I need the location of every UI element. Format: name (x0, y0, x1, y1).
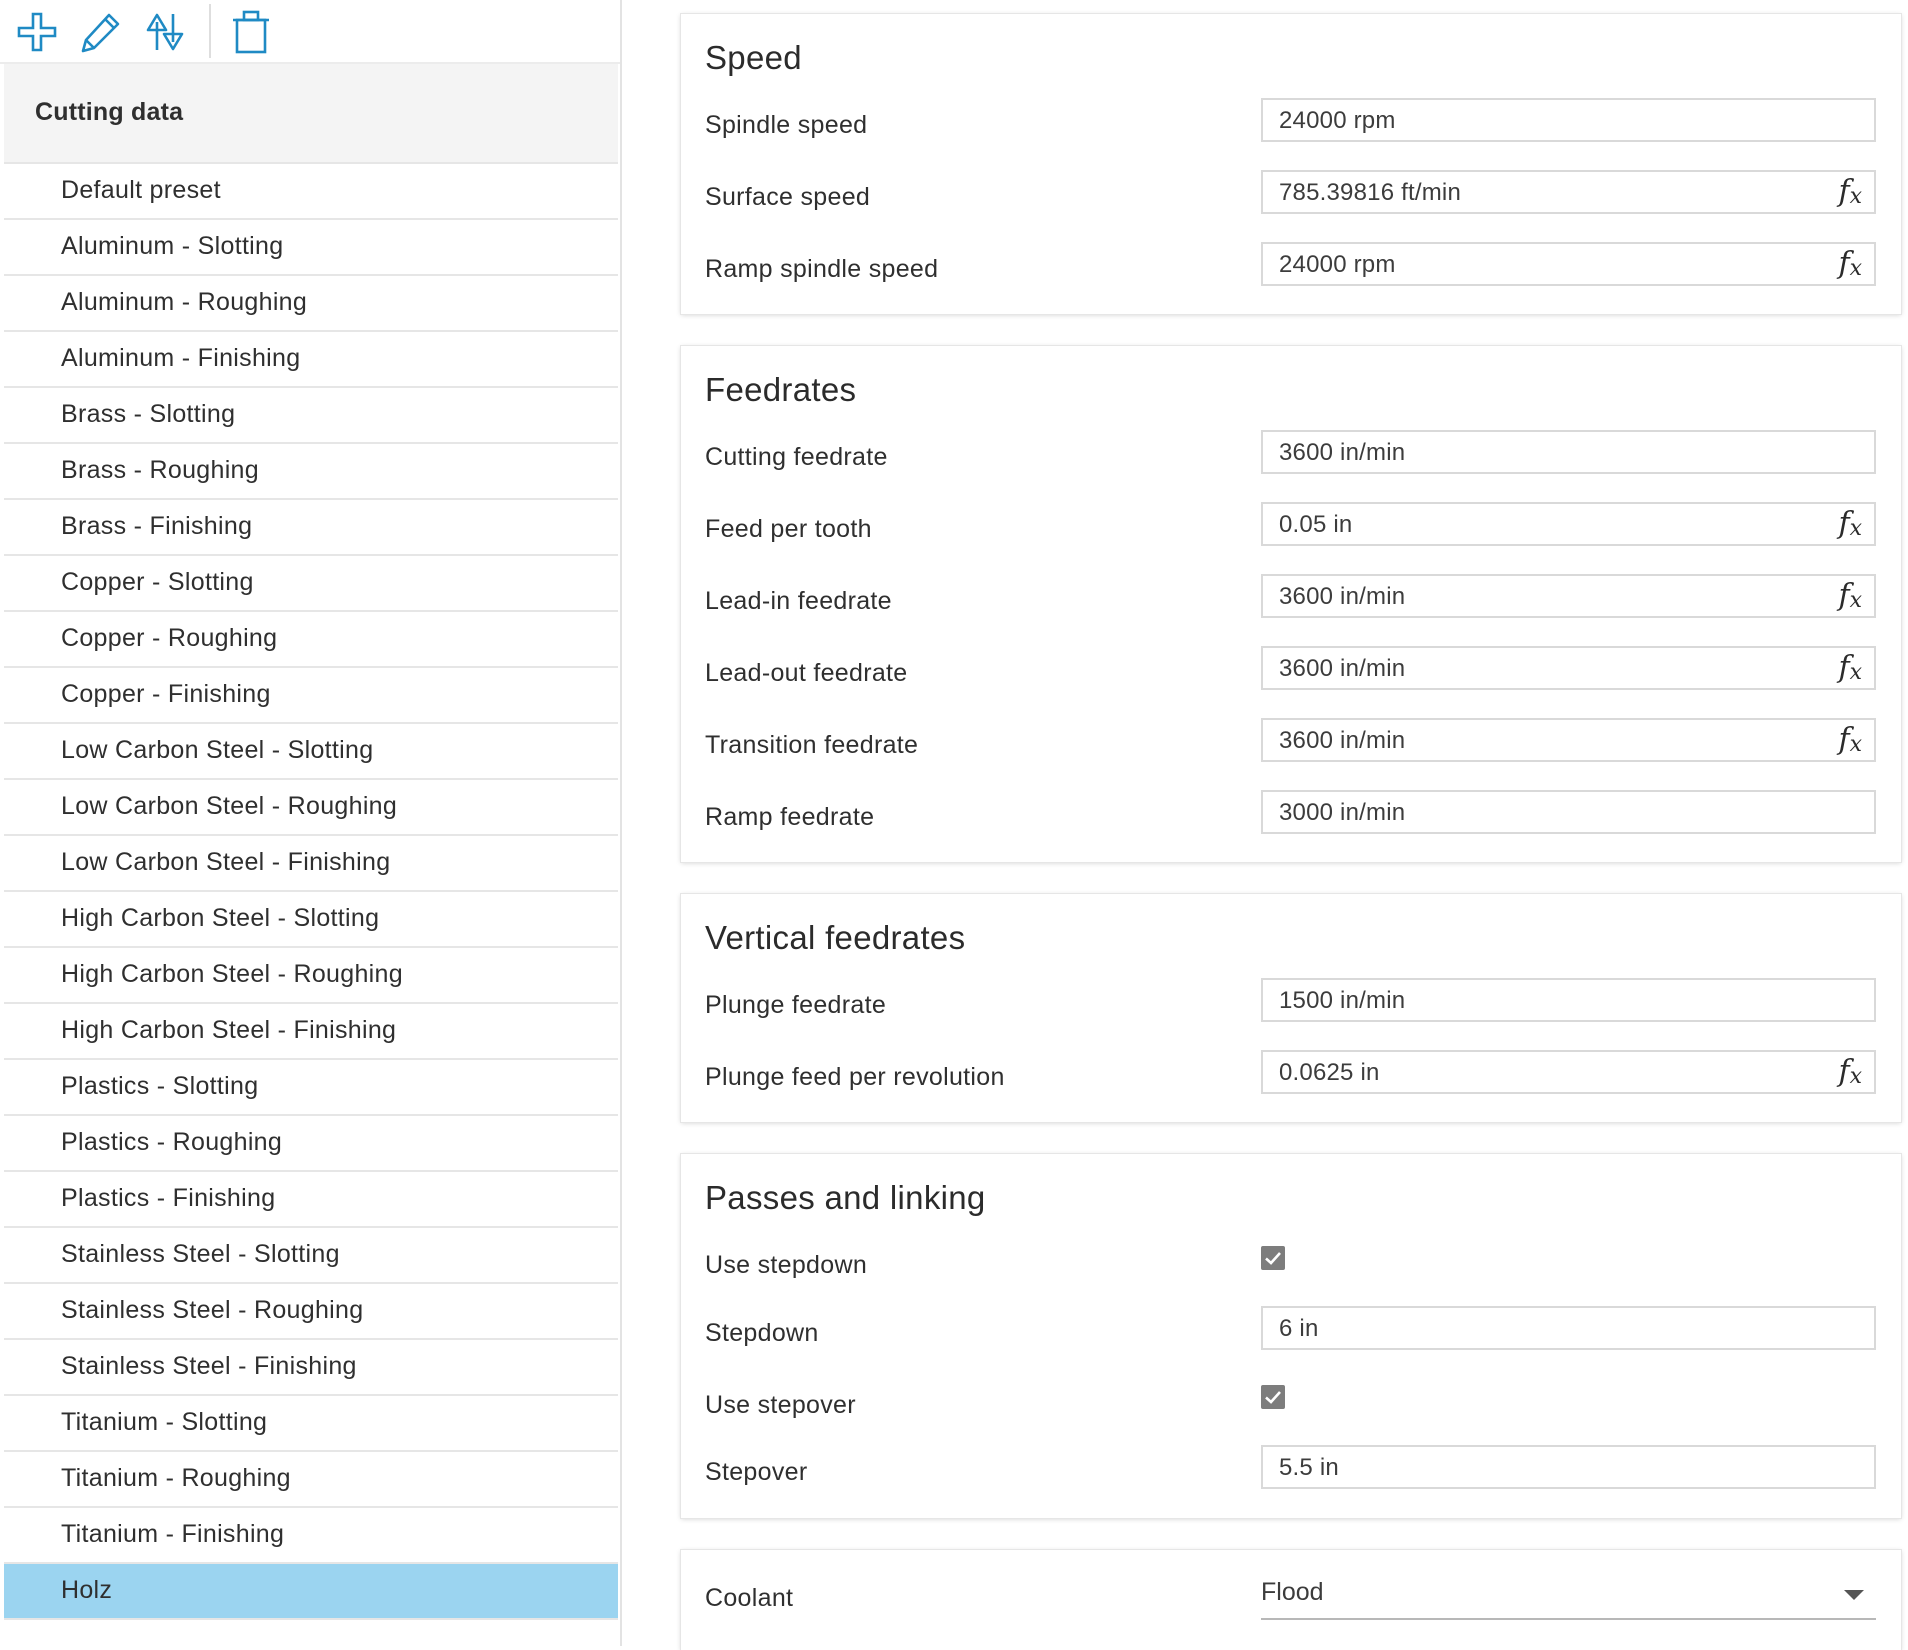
list-item[interactable]: Titanium - Roughing (4, 1452, 618, 1508)
delete-button[interactable] (229, 10, 273, 54)
list-item[interactable]: Titanium - Finishing (4, 1508, 618, 1564)
ramp-feedrate-label: Ramp feedrate (705, 803, 875, 831)
add-icon (17, 12, 57, 52)
list-item[interactable]: Stainless Steel - Finishing (4, 1340, 618, 1396)
stepover-field[interactable]: 5.5 in (1261, 1445, 1876, 1489)
preset-list: Default preset Aluminum - Slotting Alumi… (4, 164, 618, 1620)
coolant-select[interactable]: Flood (1261, 1572, 1876, 1620)
toolbar (0, 0, 620, 64)
list-item[interactable]: Titanium - Slotting (4, 1396, 618, 1452)
list-item[interactable]: Copper - Finishing (4, 668, 618, 724)
toolbar-separator (209, 4, 211, 58)
section-title: Speed (705, 39, 802, 76)
plunge-feedrate-label: Plunge feedrate (705, 991, 887, 1019)
use-stepdown-checkbox[interactable] (1261, 1246, 1285, 1270)
spindle-speed-label: Spindle speed (705, 111, 868, 139)
transition-feedrate-label: Transition feedrate (705, 731, 919, 759)
formula-icon[interactable]: fx (1838, 722, 1862, 757)
list-item[interactable]: Brass - Finishing (4, 500, 618, 556)
edit-button[interactable] (79, 10, 123, 54)
list-header-title: Cutting data (35, 98, 184, 126)
lead-out-feedrate-label: Lead-out feedrate (705, 659, 908, 687)
list-item-selected[interactable]: Holz (4, 1564, 618, 1620)
plunge-feedrate-field[interactable]: 1500 in/min (1261, 978, 1876, 1022)
surface-speed-label: Surface speed (705, 183, 871, 211)
list-item[interactable]: Brass - Slotting (4, 388, 618, 444)
list-item[interactable]: Plastics - Roughing (4, 1116, 618, 1172)
list-item[interactable]: High Carbon Steel - Finishing (4, 1004, 618, 1060)
coolant-label: Coolant (705, 1584, 794, 1612)
list-header: Cutting data (4, 64, 618, 164)
ramp-spindle-speed-field[interactable]: 24000 rpm fx (1261, 242, 1876, 286)
list-item[interactable]: Aluminum - Roughing (4, 276, 618, 332)
lead-in-feedrate-field[interactable]: 3600 in/min fx (1261, 574, 1876, 618)
formula-icon[interactable]: fx (1838, 650, 1862, 685)
ramp-feedrate-field[interactable]: 3000 in/min (1261, 790, 1876, 834)
list-item[interactable]: Plastics - Slotting (4, 1060, 618, 1116)
formula-icon[interactable]: fx (1838, 1054, 1862, 1089)
preset-panel: Cutting data Default preset Aluminum - S… (0, 0, 622, 1646)
formula-icon[interactable]: fx (1838, 174, 1862, 209)
transition-feedrate-field[interactable]: 3600 in/min fx (1261, 718, 1876, 762)
add-button[interactable] (15, 10, 59, 54)
list-item[interactable]: Low Carbon Steel - Roughing (4, 780, 618, 836)
use-stepdown-label: Use stepdown (705, 1251, 868, 1279)
delete-icon (233, 10, 269, 54)
stepover-label: Stepover (705, 1458, 808, 1486)
plunge-feed-per-revolution-field[interactable]: 0.0625 in fx (1261, 1050, 1876, 1094)
list-item[interactable]: Plastics - Finishing (4, 1172, 618, 1228)
feed-per-tooth-field[interactable]: 0.05 in fx (1261, 502, 1876, 546)
passes-linking-section: Passes and linking Use stepdown Stepdown… (681, 1154, 1901, 1518)
list-item[interactable]: Low Carbon Steel - Slotting (4, 724, 618, 780)
chevron-down-icon (1844, 1590, 1864, 1600)
surface-speed-field[interactable]: 785.39816 ft/min fx (1261, 170, 1876, 214)
feed-per-tooth-label: Feed per tooth (705, 515, 872, 543)
list-item[interactable]: Copper - Roughing (4, 612, 618, 668)
list-item[interactable]: High Carbon Steel - Slotting (4, 892, 618, 948)
list-item[interactable]: Copper - Slotting (4, 556, 618, 612)
speed-section: Speed Spindle speed 24000 rpm Surface sp… (681, 14, 1901, 314)
list-item[interactable]: Low Carbon Steel - Finishing (4, 836, 618, 892)
list-item[interactable]: Brass - Roughing (4, 444, 618, 500)
section-title: Feedrates (705, 371, 857, 408)
sort-button[interactable] (143, 10, 187, 54)
sort-icon (146, 13, 184, 51)
feedrates-section: Feedrates Cutting feedrate 3600 in/min F… (681, 346, 1901, 862)
formula-icon[interactable]: fx (1838, 506, 1862, 541)
checkmark-icon (1265, 1252, 1281, 1265)
use-stepover-checkbox[interactable] (1261, 1385, 1285, 1409)
stepdown-field[interactable]: 6 in (1261, 1306, 1876, 1350)
plunge-feed-per-revolution-label: Plunge feed per revolution (705, 1063, 1005, 1091)
section-title: Vertical feedrates (705, 919, 966, 956)
lead-in-feedrate-label: Lead-in feedrate (705, 587, 892, 615)
section-title: Passes and linking (705, 1179, 986, 1216)
use-stepover-label: Use stepover (705, 1391, 856, 1419)
ramp-spindle-speed-label: Ramp spindle speed (705, 255, 939, 283)
cutting-feedrate-label: Cutting feedrate (705, 443, 888, 471)
edit-icon (81, 13, 120, 53)
coolant-section: Coolant Flood (681, 1550, 1901, 1650)
list-item[interactable]: Aluminum - Finishing (4, 332, 618, 388)
cutting-feedrate-field[interactable]: 3600 in/min (1261, 430, 1876, 474)
checkmark-icon (1265, 1391, 1281, 1404)
list-item[interactable]: High Carbon Steel - Roughing (4, 948, 618, 1004)
list-item[interactable]: Aluminum - Slotting (4, 220, 618, 276)
spindle-speed-field[interactable]: 24000 rpm (1261, 98, 1876, 142)
list-item[interactable]: Stainless Steel - Slotting (4, 1228, 618, 1284)
formula-icon[interactable]: fx (1838, 578, 1862, 613)
stepdown-label: Stepdown (705, 1319, 819, 1347)
lead-out-feedrate-field[interactable]: 3600 in/min fx (1261, 646, 1876, 690)
list-item[interactable]: Default preset (4, 164, 618, 220)
list-item[interactable]: Stainless Steel - Roughing (4, 1284, 618, 1340)
formula-icon[interactable]: fx (1838, 246, 1862, 281)
vertical-feedrates-section: Vertical feedrates Plunge feedrate 1500 … (681, 894, 1901, 1122)
